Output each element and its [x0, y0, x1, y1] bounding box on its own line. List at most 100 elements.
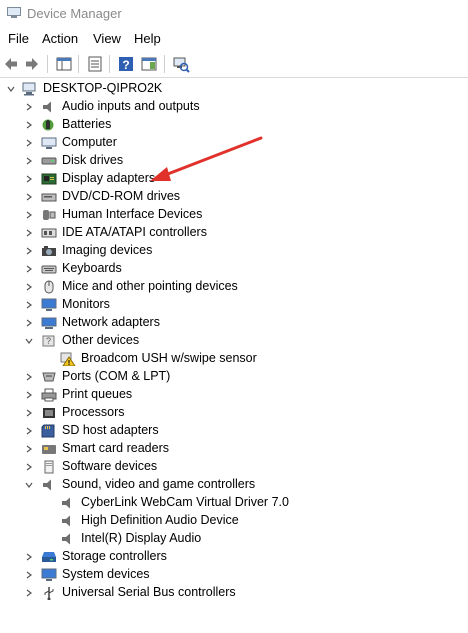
tree-category[interactable]: Mice and other pointing devices	[0, 278, 460, 296]
device-manager-icon	[7, 7, 21, 18]
tree-item-label: DESKTOP-QIPRO2K	[43, 81, 163, 95]
chevron-right-icon[interactable]	[24, 228, 34, 238]
scan-hardware-icon[interactable]	[172, 55, 190, 73]
chevron-right-icon[interactable]	[24, 282, 34, 292]
tree-category[interactable]: Storage controllers	[0, 548, 460, 566]
chevron-down-icon[interactable]	[6, 84, 16, 94]
forward-icon[interactable]	[23, 55, 41, 73]
chevron-right-icon[interactable]	[24, 552, 34, 562]
tree-category[interactable]: IDE ATA/ATAPI controllers	[0, 224, 460, 242]
tree-item-label: Print queues	[62, 387, 133, 401]
chevron-right-icon[interactable]	[24, 156, 34, 166]
tree-category[interactable]: Print queues	[0, 386, 460, 404]
tree-item-label: High Definition Audio Device	[81, 513, 239, 527]
tree-category[interactable]: Universal Serial Bus controllers	[0, 584, 460, 602]
tree-category[interactable]: Imaging devices	[0, 242, 460, 260]
chevron-right-icon[interactable]	[24, 174, 34, 184]
tree-category[interactable]: Human Interface Devices	[0, 206, 460, 224]
back-icon[interactable]	[2, 55, 20, 73]
tree-category[interactable]: Computer	[0, 134, 460, 152]
properties-icon[interactable]	[86, 55, 104, 73]
battery-icon	[42, 119, 54, 131]
chevron-right-icon[interactable]	[24, 444, 34, 454]
chevron-right-icon[interactable]	[24, 426, 34, 436]
chevron-right-icon[interactable]	[24, 138, 34, 148]
tree-item-label: Disk drives	[62, 153, 124, 167]
tree-device[interactable]: Intel(R) Display Audio	[0, 530, 460, 548]
menu-view[interactable]: View	[93, 31, 121, 46]
tree-item-label: Other devices	[62, 333, 140, 347]
show-hide-console-tree-icon[interactable]	[55, 55, 73, 73]
tree-item-label: Intel(R) Display Audio	[81, 531, 202, 545]
unknown-device-icon: ?	[42, 335, 55, 347]
action-pane-icon[interactable]	[140, 55, 158, 73]
chevron-right-icon[interactable]	[24, 588, 34, 598]
display-adapter-icon	[41, 173, 57, 185]
tree-category[interactable]: Audio inputs and outputs	[0, 98, 460, 116]
chevron-right-icon[interactable]	[24, 102, 34, 112]
chevron-right-icon[interactable]	[24, 462, 34, 472]
tree-category[interactable]: Monitors	[0, 296, 460, 314]
tree-device[interactable]: CyberLink WebCam Virtual Driver 7.0	[0, 494, 460, 512]
tree-category[interactable]: Keyboards	[0, 260, 460, 278]
tree-item-label: Smart card readers	[62, 441, 169, 455]
menu-bar: File Action View Help	[0, 28, 468, 50]
chevron-right-icon[interactable]	[24, 120, 34, 130]
computer-icon	[41, 137, 57, 149]
chevron-right-icon[interactable]	[24, 300, 34, 310]
tree-category[interactable]: Ports (COM & LPT)	[0, 368, 460, 386]
tree-category[interactable]: Network adapters	[0, 314, 460, 332]
chevron-right-icon[interactable]	[24, 264, 34, 274]
chevron-right-icon[interactable]	[24, 408, 34, 418]
tree-category[interactable]: Disk drives	[0, 152, 460, 170]
tree-item-label: Sound, video and game controllers	[62, 477, 256, 491]
tree-category[interactable]: Sound, video and game controllers	[0, 476, 460, 494]
menu-help[interactable]: Help	[134, 31, 161, 46]
chevron-right-icon[interactable]	[24, 372, 34, 382]
disk-drive-icon	[41, 157, 57, 165]
chevron-right-icon[interactable]	[24, 570, 34, 580]
device-tree: DESKTOP-QIPRO2K Audio inputs and outputs B…	[0, 79, 468, 633]
tree-device[interactable]: High Definition Audio Device	[0, 512, 460, 530]
tree-item-label: Ports (COM & LPT)	[62, 369, 171, 383]
chevron-right-icon[interactable]	[24, 318, 34, 328]
svg-text:?: ?	[46, 336, 51, 346]
ide-controller-icon	[41, 228, 57, 238]
tree-item-label: Imaging devices	[62, 243, 153, 257]
dvd-drive-icon	[41, 193, 57, 202]
tree-item-label: Display adapters	[62, 171, 156, 185]
chevron-right-icon[interactable]	[24, 246, 34, 256]
toolbar-separator	[164, 55, 165, 73]
tree-category[interactable]: Processors	[0, 404, 460, 422]
tree-category[interactable]: System devices	[0, 566, 460, 584]
chevron-right-icon[interactable]	[24, 210, 34, 220]
tree-category[interactable]: Smart card readers	[0, 440, 460, 458]
tree-item-label: Mice and other pointing devices	[62, 279, 238, 293]
tree-category[interactable]: SD host adapters	[0, 422, 460, 440]
tree-device[interactable]: Broadcom USH w/swipe sensor	[0, 350, 460, 368]
tree-item-label: Computer	[62, 135, 117, 149]
tree-category[interactable]: DVD/CD-ROM drives	[0, 188, 460, 206]
chevron-down-icon[interactable]	[24, 480, 34, 490]
tree-root[interactable]: DESKTOP-QIPRO2K	[0, 80, 460, 98]
speaker-icon	[62, 515, 70, 527]
sd-card-icon	[41, 424, 55, 438]
tree-category[interactable]: ? Other devices	[0, 332, 460, 350]
svg-text:?: ?	[122, 58, 129, 72]
chevron-down-icon[interactable]	[24, 336, 34, 346]
chevron-right-icon[interactable]	[24, 192, 34, 202]
help-icon[interactable]: ?	[117, 55, 135, 73]
menu-action[interactable]: Action	[42, 31, 78, 46]
menu-file[interactable]: File	[8, 31, 29, 46]
tree-item-label: Keyboards	[62, 261, 122, 275]
tree-item-label: Audio inputs and outputs	[62, 99, 200, 113]
toolbar-separator	[78, 55, 79, 73]
tree-category[interactable]: Batteries	[0, 116, 460, 134]
tree-category[interactable]: Display adapters	[0, 170, 460, 188]
chevron-right-icon[interactable]	[24, 390, 34, 400]
mouse-icon	[44, 280, 54, 294]
camera-icon	[42, 246, 56, 256]
printer-icon	[41, 388, 57, 402]
tree-category[interactable]: Software devices	[0, 458, 460, 476]
tree-item-label: Batteries	[62, 117, 112, 131]
